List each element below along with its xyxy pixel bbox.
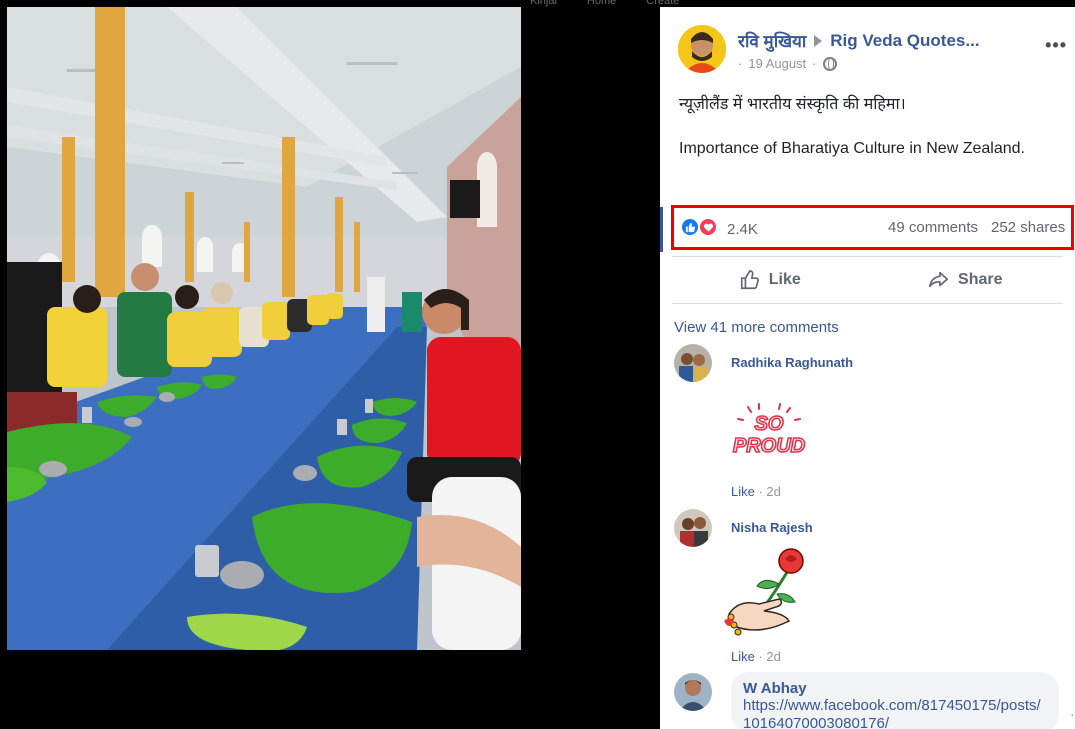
post-meta: · 19 August · <box>738 56 837 71</box>
commenter-avatar[interactable] <box>674 509 712 547</box>
post-text-english: Importance of Bharatiya Culture in New Z… <box>679 140 1025 157</box>
thumbs-up-icon <box>740 270 759 290</box>
post-panel: रवि मुखिया Rig Veda Quotes... · 19 Augus… <box>660 7 1075 729</box>
dot-separator: · <box>738 56 743 71</box>
reaction-icons[interactable] <box>680 217 718 237</box>
share-arrow-icon <box>929 271 949 288</box>
share-button[interactable]: Share <box>868 257 1064 303</box>
post-text-hindi: न्यूज़ीलैंड में भारतीय संस्कृति की महिमा… <box>679 96 906 113</box>
commenter-avatar[interactable] <box>674 673 712 711</box>
nav-item[interactable]: Home <box>587 0 616 8</box>
view-more-comments-link[interactable]: View 41 more comments <box>674 319 839 336</box>
comment-like-link[interactable]: Like <box>731 484 755 499</box>
comment-options-icon[interactable]: ··· <box>1070 706 1075 722</box>
like-button[interactable]: Like <box>672 257 868 303</box>
reaction-count[interactable]: 2.4K <box>727 221 758 238</box>
author-avatar[interactable] <box>678 25 726 73</box>
comment-like-link[interactable]: Like <box>731 649 755 664</box>
author-name[interactable]: रवि मुखिया <box>738 29 806 52</box>
post-text: न्यूज़ीलैंड में भारतीय संस्कृति की महिमा… <box>679 95 1063 183</box>
screen: Kinjal Home Create रवि मुखिया Rig Veda Q… <box>0 0 1075 729</box>
comment-link-line: https://www.facebook.com/817450175/post <box>743 697 1030 714</box>
arrow-right-icon <box>814 34 823 47</box>
comment-meta: Like · 2d <box>731 484 781 499</box>
comment-item: Radhika Raghunath SO PROUD Like · 2d <box>674 344 1064 499</box>
comment-meta: Like · 2d <box>731 649 781 664</box>
comments-count[interactable]: 49 comments <box>888 219 978 236</box>
hand-with-rose-sticker <box>719 539 819 639</box>
comment-bubble: W Abhay https://www.facebook.com/8174501… <box>731 672 1059 729</box>
love-icon <box>698 217 718 237</box>
commenter-name[interactable]: Radhika Raghunath <box>731 355 853 370</box>
post-date[interactable]: 19 August <box>748 56 806 71</box>
commenter-name[interactable]: Nisha Rajesh <box>731 520 813 535</box>
so-proud-sticker: SO PROUD <box>729 400 809 460</box>
svg-text:SO: SO <box>755 413 784 435</box>
comment-age[interactable]: 2d <box>766 484 780 499</box>
comment-age[interactable]: 2d <box>766 649 780 664</box>
post-actions: Like Share <box>672 256 1063 304</box>
like-icon <box>680 217 700 237</box>
share-label: Share <box>958 271 1003 288</box>
post-header: रवि मुखिया Rig Veda Quotes... · 19 Augus… <box>678 25 1075 77</box>
more-options-icon[interactable]: ••• <box>1045 35 1067 56</box>
top-nav-ghost: Kinjal Home Create <box>530 0 679 8</box>
nav-item[interactable]: Kinjal <box>530 0 557 8</box>
comment-item: W Abhay https://www.facebook.com/8174501… <box>674 672 1075 729</box>
comment-item: Nisha Rajesh Like · 2d <box>674 509 1064 664</box>
globe-icon <box>822 56 837 71</box>
post-photo[interactable] <box>7 7 521 650</box>
svg-text:PROUD: PROUD <box>733 435 805 457</box>
commenter-avatar[interactable] <box>674 344 712 382</box>
author-line: रवि मुखिया Rig Veda Quotes... <box>738 29 980 52</box>
focus-accent <box>660 207 663 252</box>
group-name[interactable]: Rig Veda Quotes... <box>830 31 979 51</box>
like-label: Like <box>768 271 801 288</box>
comment-link[interactable]: https://www.facebook.com/817450175/posts… <box>743 697 1048 729</box>
shares-count[interactable]: 252 shares <box>991 219 1065 236</box>
dot-separator: · <box>812 56 817 71</box>
reactions-bar: 2.4K 49 comments 252 shares <box>660 205 1075 253</box>
commenter-name[interactable]: W Abhay <box>743 680 1047 697</box>
